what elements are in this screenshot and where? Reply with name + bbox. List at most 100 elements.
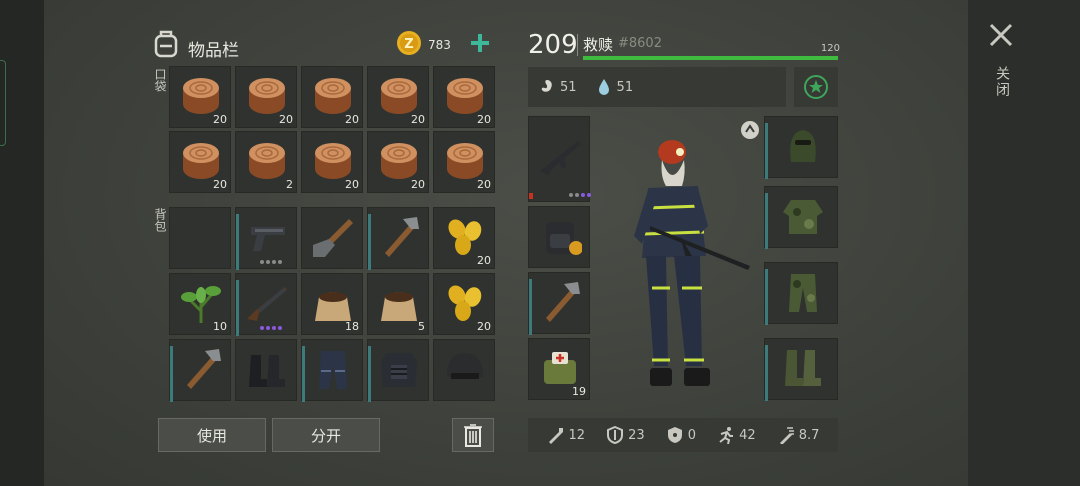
durability-bar [765, 193, 768, 249]
close-button[interactable]: 关闭 [986, 22, 1016, 102]
stat-value: 42 [739, 427, 756, 443]
add-coins-icon[interactable] [470, 33, 490, 53]
pocket-slot[interactable]: 2 [235, 131, 297, 193]
hunger-value: 51 [560, 79, 577, 95]
backpack-slot[interactable] [235, 273, 297, 336]
armor-slot[interactable] [764, 186, 838, 249]
backpack-slot[interactable]: 5 [367, 273, 429, 335]
armor-slot[interactable] [764, 116, 838, 179]
item-quantity: 20 [213, 113, 227, 126]
health-bar-track [583, 56, 838, 60]
item-quantity: 20 [279, 113, 293, 126]
right-sidebar: 关闭 [968, 0, 1080, 486]
item-quantity: 20 [477, 113, 491, 126]
item-quantity: 20 [213, 178, 227, 191]
armor-slot[interactable] [764, 262, 838, 325]
close-label: 关闭 [994, 66, 1010, 98]
side-handle[interactable] [0, 60, 6, 146]
inventory-header: 物品栏 Z 783 [152, 28, 492, 61]
durability-bar [765, 345, 768, 401]
health-bar-fill [583, 56, 838, 60]
left-screen-edge [0, 0, 44, 486]
item-quantity: 19 [572, 385, 586, 398]
equipment-slot[interactable] [528, 272, 590, 335]
quality-dots [260, 260, 282, 264]
durability-bar [765, 269, 768, 325]
use-button[interactable]: 使用 [158, 418, 266, 452]
equipment-slot[interactable] [528, 206, 590, 268]
pocket-slot[interactable]: 20 [235, 66, 297, 128]
rotate-icon[interactable] [740, 120, 760, 140]
pocket-slot[interactable]: 20 [169, 131, 231, 193]
backpack-slot[interactable]: 20 [433, 273, 495, 335]
backpack-label: 背包 [153, 208, 167, 232]
hunger-stat: 51 [538, 78, 577, 96]
character-header: 209 救赎 #8602 120 [528, 30, 840, 64]
backpack-slot[interactable]: 20 [433, 207, 495, 269]
pocket-slot[interactable]: 20 [433, 131, 495, 193]
water-drop-icon [598, 79, 609, 95]
durability-bar [236, 214, 239, 270]
split-button[interactable]: 分开 [272, 418, 380, 452]
svg-text:Z: Z [404, 37, 413, 52]
stat-shield: 23 [606, 426, 645, 444]
backpack-icon [154, 30, 178, 58]
equipment-slot[interactable] [528, 116, 591, 202]
durability-indicator [529, 193, 533, 199]
quality-dots [569, 193, 591, 197]
perks-button[interactable] [794, 67, 838, 107]
backpack-slot[interactable] [235, 339, 297, 401]
durability-bar [170, 346, 173, 402]
backpack-slot[interactable]: 18 [301, 273, 363, 335]
pocket-slot[interactable]: 20 [367, 131, 429, 193]
character-model[interactable] [610, 116, 760, 406]
stat-running: 42 [717, 426, 756, 444]
pocket-slot[interactable]: 20 [301, 66, 363, 128]
shield-icon [607, 426, 624, 444]
character-figure [634, 140, 750, 386]
backpack-slot[interactable]: 10 [169, 273, 231, 335]
stomach-icon [541, 80, 552, 92]
thirst-value: 51 [616, 79, 634, 95]
trash-icon [464, 424, 482, 447]
durability-bar [765, 123, 768, 179]
stat-value: 23 [628, 427, 645, 443]
pocket-slot[interactable]: 20 [301, 131, 363, 193]
stat-sword: 12 [547, 426, 585, 444]
durability-bar [236, 280, 239, 336]
star-badge-icon [804, 75, 828, 99]
equipment-slot[interactable]: 19 [528, 338, 590, 400]
stat-melee-speed: 8.7 [777, 426, 820, 444]
durability-bar [302, 346, 305, 402]
backpack-slot[interactable] [235, 207, 297, 270]
health-max: 120 [820, 43, 840, 54]
inventory-title: 物品栏 [188, 41, 239, 61]
backpack-slot[interactable] [367, 339, 429, 402]
character-level: 209 [528, 30, 578, 60]
radiation-shield-icon [667, 427, 682, 443]
stat-value: 8.7 [798, 427, 820, 443]
stat-radiation-shield: 0 [666, 426, 696, 444]
armor-slot[interactable] [764, 338, 838, 401]
pocket-slot[interactable]: 20 [433, 66, 495, 128]
close-icon [989, 23, 1013, 47]
item-quantity: 2 [286, 178, 293, 191]
trash-button[interactable] [452, 418, 494, 452]
pocket-slot[interactable]: 20 [367, 66, 429, 128]
coin-count: 783 [428, 38, 451, 52]
item-quantity: 20 [477, 254, 491, 267]
stat-value: 0 [687, 427, 697, 443]
item-quantity: 5 [418, 320, 425, 333]
backpack-slot[interactable] [169, 207, 231, 269]
pocket-label: 口袋 [153, 68, 167, 92]
item-quantity: 20 [345, 113, 359, 126]
backpack-slot[interactable] [169, 339, 231, 402]
survival-stats-panel: 51 51 [528, 67, 786, 107]
backpack-slot[interactable] [301, 339, 363, 402]
backpack-slot[interactable] [301, 207, 363, 269]
item-quantity: 20 [411, 178, 425, 191]
pocket-slot[interactable]: 20 [169, 66, 231, 128]
backpack-slot[interactable] [367, 207, 429, 270]
backpack-slot[interactable] [433, 339, 495, 401]
thirst-stat: 51 [595, 78, 634, 96]
